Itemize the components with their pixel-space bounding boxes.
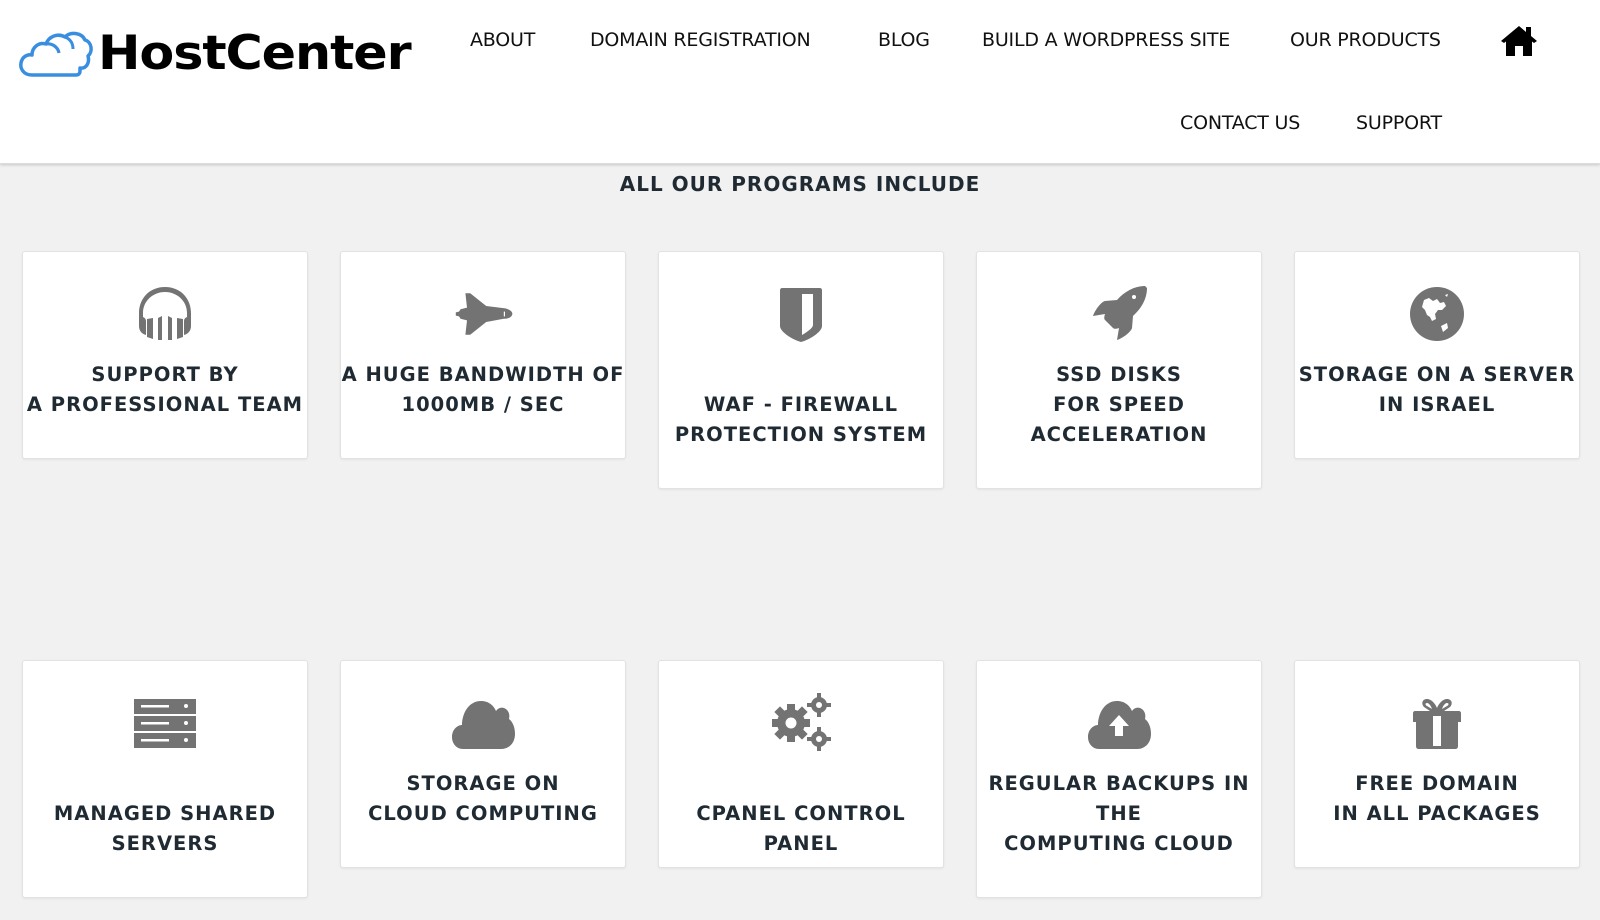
server-icon	[133, 691, 197, 755]
nav-support[interactable]: SUPPORT	[1356, 112, 1442, 134]
nav-contact-us[interactable]: CONTACT US	[1180, 112, 1300, 134]
feature-label: A HUGE BANDWIDTH OF 1000MB / SEC	[341, 363, 625, 416]
rocket-icon	[1087, 282, 1151, 346]
feature-card-israel: STORAGE ON A SERVER IN ISRAEL	[1294, 251, 1580, 459]
nav-blog[interactable]: BLOG	[878, 29, 930, 51]
nav-build-wordpress-site[interactable]: BUILD A WORDPRESS SITE	[982, 29, 1230, 51]
feature-label: SUPPORT BY A PROFESSIONAL TEAM	[26, 363, 304, 416]
feature-card-ssd: SSD DISKS FOR SPEED ACCELERATION	[976, 251, 1262, 489]
nav-domain-registration[interactable]: DOMAIN REGISTRATION	[590, 29, 811, 51]
feature-label: WAF - FIREWALL PROTECTION SYSTEM	[674, 393, 928, 446]
feature-card-backups: REGULAR BACKUPS IN THE COMPUTING CLOUD	[976, 660, 1262, 898]
feature-card-shared-servers: MANAGED SHARED SERVERS	[22, 660, 308, 898]
gears-icon	[769, 691, 833, 755]
section-title: ALL OUR PROGRAMS INCLUDE	[619, 172, 981, 196]
feature-card-free-domain: FREE DOMAIN IN ALL PACKAGES	[1294, 660, 1580, 868]
logo-link[interactable]: HostCenter	[18, 24, 412, 82]
feature-label: FREE DOMAIN IN ALL PACKAGES	[1333, 772, 1541, 825]
cloud-logo-icon	[19, 31, 93, 77]
home-icon[interactable]	[1499, 24, 1539, 58]
globe-icon	[1405, 282, 1469, 346]
feature-label: REGULAR BACKUPS IN THE COMPUTING CLOUD	[988, 772, 1250, 855]
space-shuttle-icon	[451, 282, 515, 346]
shield-icon	[769, 282, 833, 346]
feature-label: STORAGE ON CLOUD COMPUTING	[368, 772, 598, 825]
feature-label: MANAGED SHARED SERVERS	[53, 802, 277, 855]
cloud-upload-icon	[1087, 691, 1151, 755]
feature-label: STORAGE ON A SERVER IN ISRAEL	[1298, 363, 1576, 416]
nav-about[interactable]: ABOUT	[470, 29, 535, 51]
cloud-icon	[451, 691, 515, 755]
feature-card-bandwidth: A HUGE BANDWIDTH OF 1000MB / SEC	[340, 251, 626, 459]
headphones-icon	[133, 282, 197, 346]
feature-card-cpanel: CPANEL CONTROL PANEL	[658, 660, 944, 868]
site-header: HostCenter ABOUT DOMAIN REGISTRATION BLO…	[0, 0, 1600, 164]
feature-card-support: SUPPORT BY A PROFESSIONAL TEAM	[22, 251, 308, 459]
feature-label: SSD DISKS FOR SPEED ACCELERATION	[1030, 363, 1208, 446]
nav-our-products[interactable]: OUR PRODUCTS	[1290, 29, 1441, 51]
logo-text: HostCenter	[98, 25, 412, 81]
gift-icon	[1405, 691, 1469, 755]
feature-card-waf: WAF - FIREWALL PROTECTION SYSTEM	[658, 251, 944, 489]
feature-card-cloud-storage: STORAGE ON CLOUD COMPUTING	[340, 660, 626, 868]
feature-label: CPANEL CONTROL PANEL	[696, 802, 906, 855]
